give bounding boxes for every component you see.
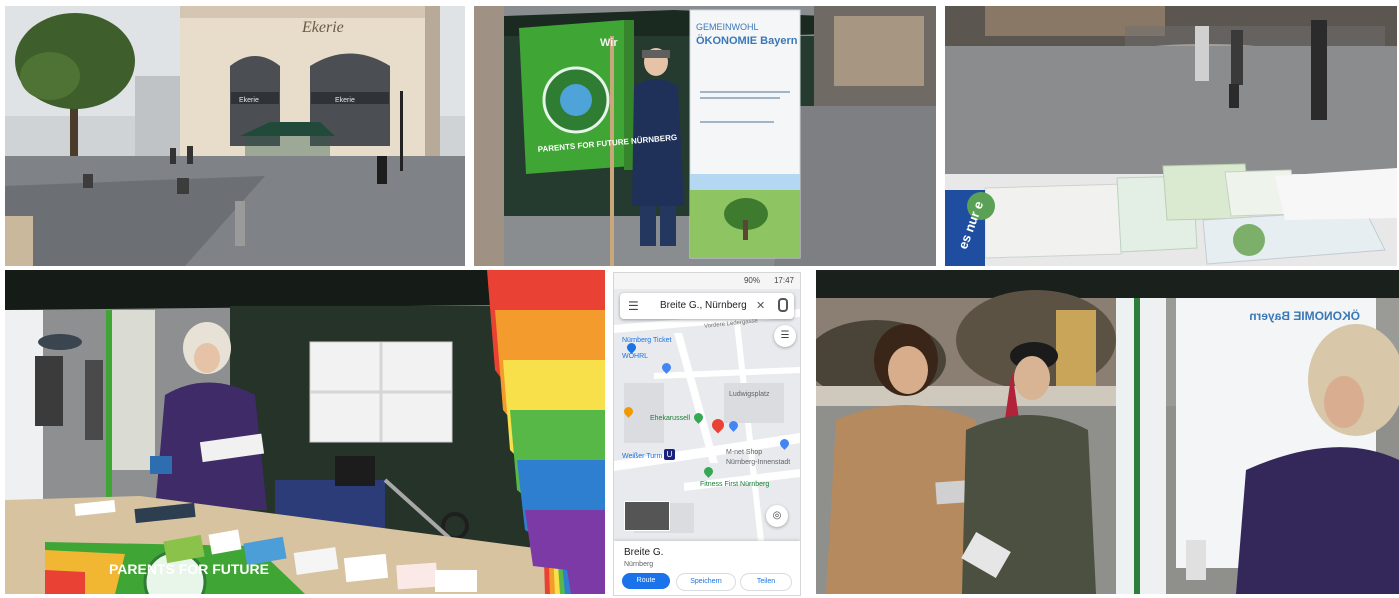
mirrored-banner-title: ÖKONOMIE Bayern — [1249, 308, 1360, 323]
photo-info-stand-banners: GEMEINWOHL ÖKONOMIE Bayern Wir PARENTS F… — [474, 6, 936, 266]
menu-icon[interactable]: ☰ — [628, 299, 639, 313]
save-button[interactable]: Speichern — [676, 573, 736, 591]
gwo-banner-line1: GEMEINWOHL — [696, 22, 759, 32]
place-city: Nürnberg — [624, 561, 654, 568]
my-location-icon[interactable]: ◎ — [766, 505, 788, 527]
map-search-bar[interactable]: ☰ Breite G., Nürnberg ✕ — [620, 293, 794, 319]
photo-street-ekerie: Ekerie Ekerie Ekerie — [5, 6, 465, 266]
place-name: Breite G. — [624, 547, 664, 558]
microphone-icon[interactable] — [778, 298, 788, 312]
table-banner-text: PARENTS FOR FUTURE — [109, 561, 269, 577]
search-query[interactable]: Breite G., Nürnberg — [660, 300, 747, 311]
map-label-mnet-shop[interactable]: M-net Shop — [726, 449, 762, 456]
map-label-mnet-shop-city[interactable]: Nürnberg-Innenstadt — [726, 459, 790, 466]
share-label: Teilen — [756, 578, 776, 585]
map-label-ludwigsplatz[interactable]: Ludwigsplatz — [729, 391, 769, 398]
map-label-fitness[interactable]: Fitness First Nürnberg — [700, 481, 769, 488]
phone-status-bar: 90% 17:47 — [614, 273, 800, 289]
flag-side-text: Wir — [600, 37, 618, 49]
save-label: Speichern — [690, 578, 722, 585]
map-label-weisser-turm[interactable]: Weißer Turm — [622, 453, 662, 460]
shop-sign-text: Ekerie — [301, 19, 344, 36]
ubahn-icon[interactable]: U — [664, 449, 675, 460]
status-time: 17:47 — [773, 276, 794, 285]
place-sheet: Breite G. Nürnberg Route Speichern Teile… — [614, 541, 800, 595]
close-icon[interactable]: ✕ — [756, 299, 765, 312]
map-screenshot: 90% 17:47 ☰ Breite G., Nürnberg ✕ Vorder… — [613, 272, 801, 596]
map-label-woehrl[interactable]: WÖHRL — [622, 353, 648, 360]
photo-visitors-at-stand: ÖKONOMIE Bayern — [816, 270, 1399, 594]
layers-icon[interactable]: ☰ — [774, 325, 796, 347]
shop-window-sign-right: Ekerie — [335, 97, 355, 104]
photo-fountain-flyers: es nur e — [945, 6, 1397, 266]
map-label-ehekarussell[interactable]: Ehekarussell — [650, 415, 690, 422]
route-label: Route — [636, 577, 656, 584]
shop-window-sign-left: Ekerie — [239, 97, 259, 104]
street-view-thumbnail[interactable] — [624, 501, 670, 531]
gwo-banner-line2: ÖKONOMIE Bayern — [696, 34, 798, 47]
battery-indicator: 90% — [743, 276, 760, 285]
share-button[interactable]: Teilen — [740, 573, 792, 591]
route-button[interactable]: Route — [622, 573, 670, 589]
photo-stand-table: PARENTS FOR FUTURE — [5, 270, 605, 594]
